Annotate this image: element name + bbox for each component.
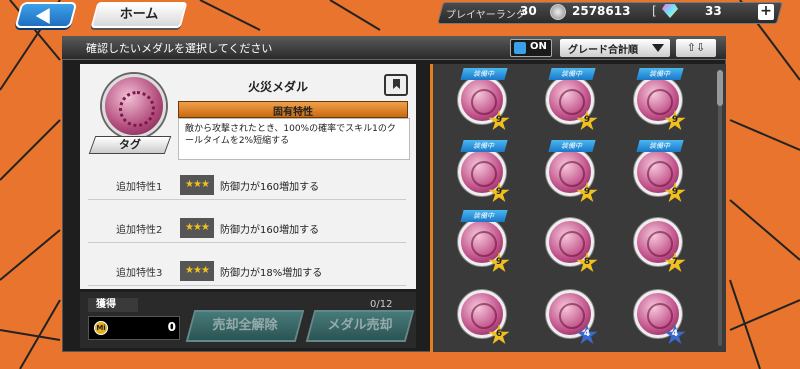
add-gems-button[interactable]: +	[758, 4, 774, 20]
equipped-badge: 装備中	[636, 68, 684, 80]
gem-value: 33	[705, 4, 722, 18]
instruction-text: 確認したいメダルを選択してください	[86, 42, 273, 55]
bookmark-icon	[514, 42, 526, 54]
tag-button[interactable]: タグ	[88, 136, 172, 154]
medal-level: 9	[495, 187, 503, 197]
bookmark-button[interactable]	[384, 74, 408, 96]
medal-level: 9	[671, 115, 679, 125]
coin-icon	[550, 4, 566, 20]
back-button[interactable]	[14, 2, 78, 28]
medal-level: 4	[583, 329, 591, 339]
medal-grid-item[interactable]: 装備中 9	[628, 68, 692, 138]
release-all-button[interactable]: 売却全解除	[185, 310, 305, 342]
medal-coin-icon: Mi	[94, 321, 108, 335]
scrollbar-track[interactable]	[718, 70, 722, 346]
medal-grid-item[interactable]: 7	[628, 210, 692, 280]
back-arrow-icon	[35, 8, 50, 24]
sell-count: 0/12	[370, 299, 393, 310]
medal-level: 6	[495, 329, 503, 339]
gem-bracket: [	[652, 4, 657, 18]
extra-trait-row: 追加特性2 ★★★ 防御力が160増加する	[88, 213, 406, 243]
coin-value: 2578613	[572, 4, 631, 18]
player-rank-value: 30	[520, 4, 537, 18]
medal-grid-item[interactable]: 8	[540, 210, 604, 280]
chevron-down-icon	[652, 44, 664, 52]
medal-grid-item[interactable]: 装備中 9	[452, 68, 516, 138]
medal-grid-item[interactable]: 4	[540, 282, 604, 352]
medal-grid-item[interactable]: 6	[452, 282, 516, 352]
medal-name: 火災メダル	[247, 80, 308, 94]
medal-level: 9	[495, 115, 503, 125]
equipped-badge: 装備中	[460, 210, 508, 222]
sort-dropdown[interactable]: グレード合計順	[560, 39, 670, 57]
sort-order-button[interactable]: ⇧⇩	[676, 39, 716, 57]
equipped-badge: 装備中	[548, 68, 596, 80]
medal-level: 9	[583, 187, 591, 197]
medal-grid-item[interactable]: 4	[628, 282, 692, 352]
medal-level: 4	[671, 329, 679, 339]
equipped-badge: 装備中	[460, 68, 508, 80]
equipped-badge: 装備中	[636, 140, 684, 152]
owned-label: 獲得	[88, 298, 138, 312]
trait-stars: ★★★	[180, 261, 214, 281]
medal-level: 7	[671, 257, 679, 267]
unique-trait-label: 固有特性	[273, 107, 313, 118]
extra-trait-row: 追加特性3 ★★★ 防御力が18%増加する	[88, 256, 406, 286]
medal-level: 9	[583, 115, 591, 125]
unique-trait-description: 敵から攻撃されたとき、100%の確率でスキル1のクールタイムを2%短縮する	[178, 118, 410, 160]
bookmark-filter-toggle[interactable]: ON	[510, 39, 552, 57]
equipped-badge: 装備中	[548, 140, 596, 152]
scrollbar-thumb[interactable]	[717, 70, 723, 106]
medal-level: 9	[495, 257, 503, 267]
medal-level: 8	[583, 257, 591, 267]
medal-large-icon	[102, 74, 166, 138]
owned-value: 0	[167, 320, 176, 334]
medal-grid-item[interactable]: 装備中 9	[540, 68, 604, 138]
home-button[interactable]: ホーム	[90, 2, 188, 28]
medal-grid-item[interactable]: 装備中 9	[452, 140, 516, 210]
equipped-badge: 装備中	[460, 140, 508, 152]
sell-medal-button[interactable]: メダル売却	[305, 310, 415, 342]
trait-stars: ★★★	[180, 218, 214, 238]
trait-stars: ★★★	[180, 175, 214, 195]
medal-grid-item[interactable]: 装備中 9	[628, 140, 692, 210]
medal-level: 9	[671, 187, 679, 197]
medal-grid-item[interactable]: 装備中 9	[452, 210, 516, 280]
extra-trait-row: 追加特性1 ★★★ 防御力が160増加する	[88, 170, 406, 200]
medal-grid-item[interactable]: 装備中 9	[540, 140, 604, 210]
player-rank-label: プレイヤーランク	[446, 10, 526, 21]
